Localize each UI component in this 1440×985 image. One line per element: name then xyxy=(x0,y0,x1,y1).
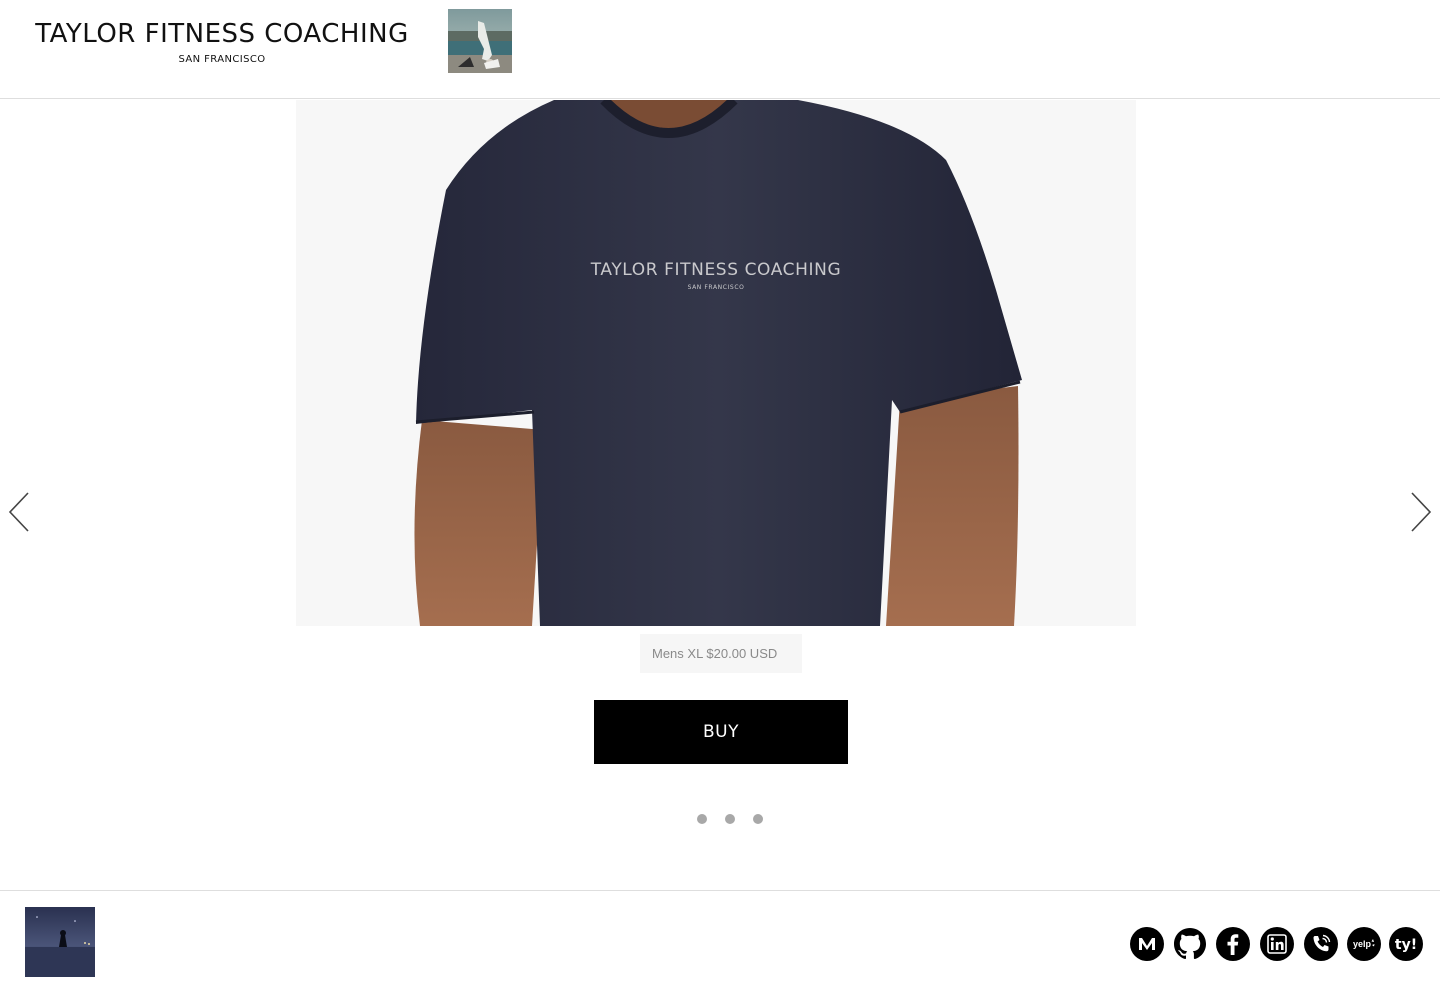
yelp-icon-text: yelp xyxy=(1353,939,1372,949)
buy-button[interactable]: BUY xyxy=(594,700,848,764)
slider-dot-2[interactable] xyxy=(725,814,735,824)
ty-icon: ty! xyxy=(1389,927,1423,961)
ty-icon-text: ty! xyxy=(1395,937,1417,953)
ty-link[interactable]: ty! xyxy=(1389,927,1423,961)
facebook-link[interactable] xyxy=(1216,927,1250,961)
github-icon xyxy=(1174,928,1206,960)
linkedin-icon xyxy=(1260,927,1294,961)
site-subtitle: SAN FRANCISCO xyxy=(178,54,266,65)
slider-prev-button[interactable] xyxy=(8,491,32,533)
medium-icon xyxy=(1130,927,1164,961)
yelp-link[interactable]: yelp xyxy=(1347,927,1381,961)
site-title: TAYLOR FITNESS COACHING xyxy=(35,19,409,49)
slider-next-button[interactable] xyxy=(1408,491,1432,533)
chevron-left-icon xyxy=(8,492,29,532)
slider-dot-3[interactable] xyxy=(753,814,763,824)
medium-link[interactable] xyxy=(1130,927,1164,961)
github-link[interactable] xyxy=(1173,927,1207,961)
shirt-print-title: TAYLOR FITNESS COACHING xyxy=(590,260,842,280)
site-logo[interactable]: TAYLOR FITNESS COACHING SAN FRANCISCO xyxy=(18,18,426,65)
slider-dot-1[interactable] xyxy=(697,814,707,824)
product-image-tshirt: TAYLOR FITNESS COACHING SAN FRANCISCO xyxy=(296,100,1136,626)
header-photo-thumbnail[interactable] xyxy=(448,9,512,73)
site-footer: yelp ty! xyxy=(0,890,1440,985)
yelp-icon: yelp xyxy=(1347,927,1381,961)
phone-link[interactable] xyxy=(1304,927,1338,961)
chevron-right-icon xyxy=(1411,492,1432,532)
footer-photo-thumbnail[interactable] xyxy=(25,907,95,977)
linkedin-link[interactable] xyxy=(1260,927,1294,961)
variant-select[interactable]: Mens XL $20.00 USD xyxy=(640,634,802,673)
phone-icon xyxy=(1304,927,1338,961)
product-slider: TAYLOR FITNESS COACHING SAN FRANCISCO Me… xyxy=(0,99,1440,890)
facebook-icon xyxy=(1216,927,1250,961)
shirt-print-subtitle: SAN FRANCISCO xyxy=(687,284,745,291)
site-header: TAYLOR FITNESS COACHING SAN FRANCISCO xyxy=(0,0,1440,99)
